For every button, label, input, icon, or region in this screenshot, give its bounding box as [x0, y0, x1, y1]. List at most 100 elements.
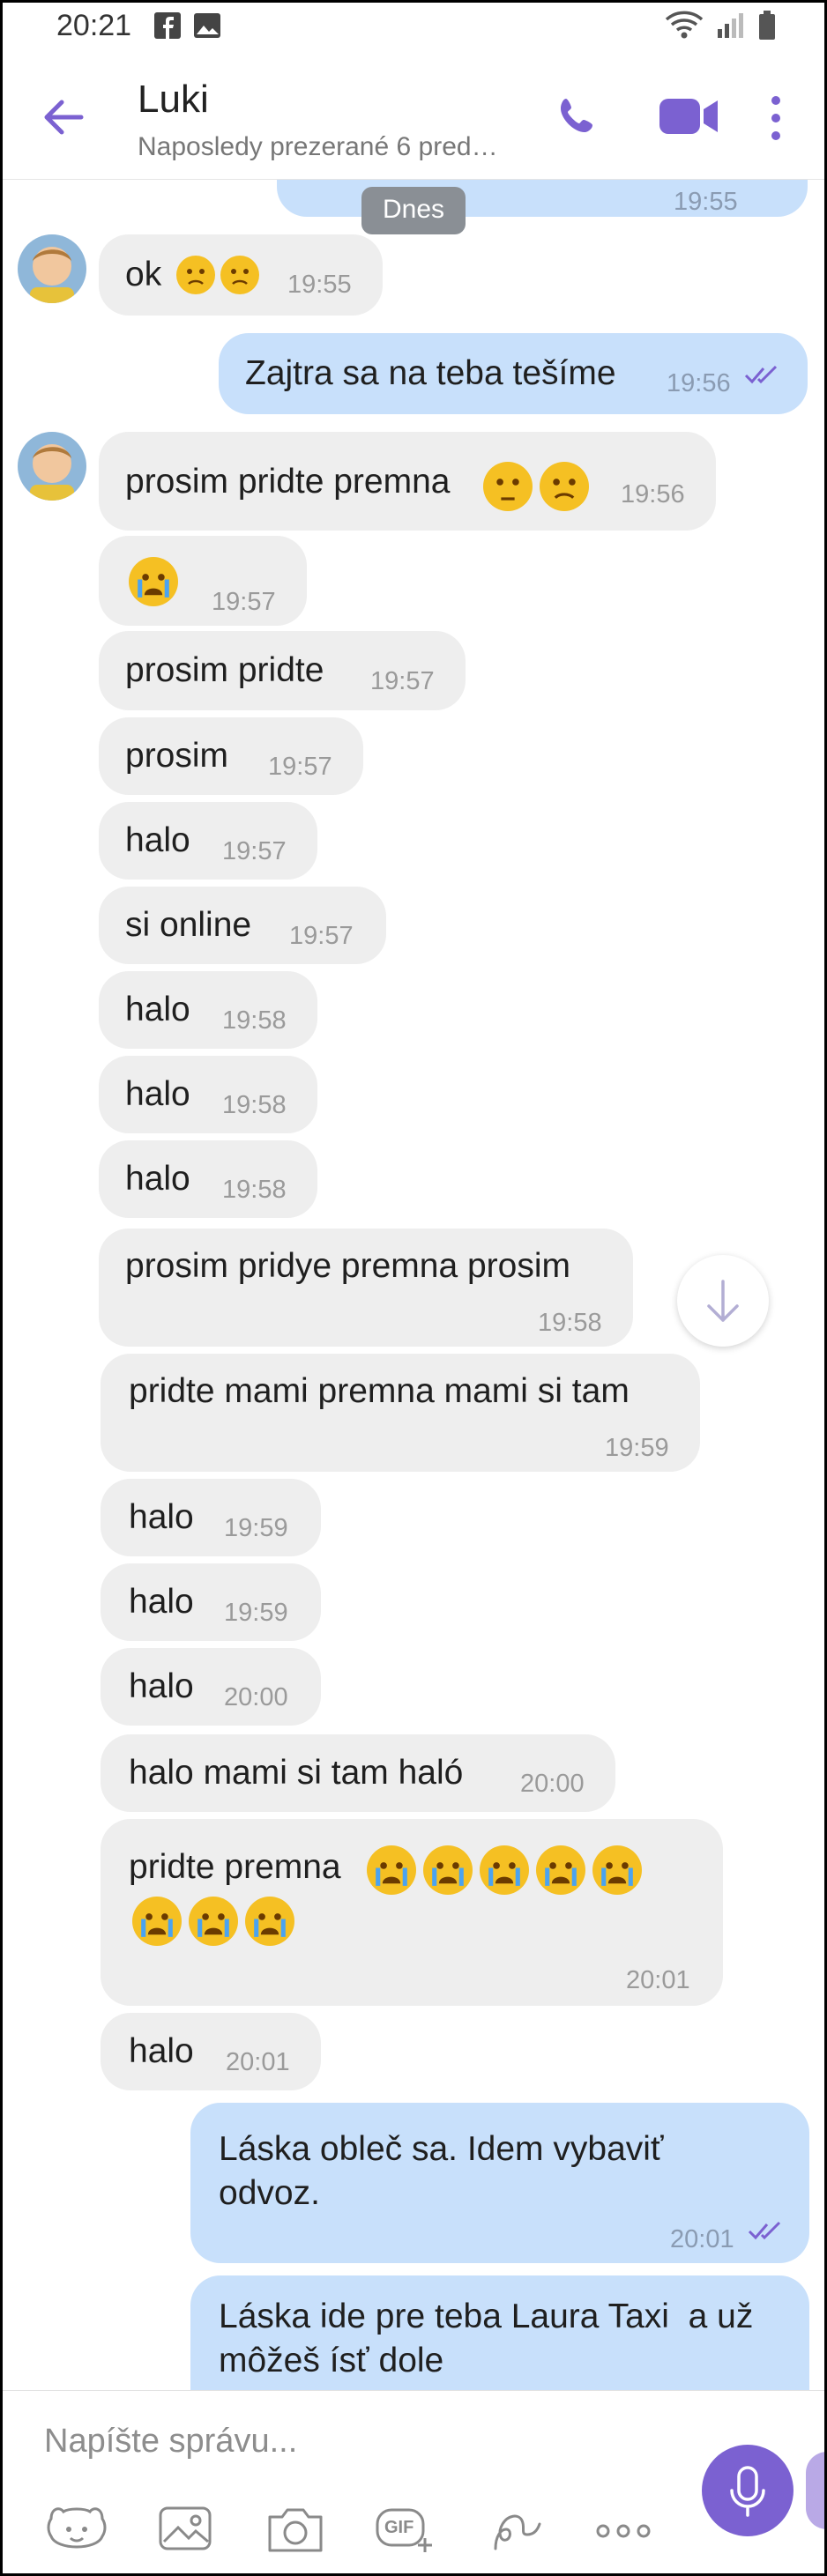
message-text: si online — [125, 906, 252, 944]
message-text: prosim — [125, 737, 229, 775]
more-icon[interactable] — [592, 2501, 654, 2556]
message-bubble-incoming[interactable]: prosim pridte premna 19:56 — [99, 432, 716, 531]
message-text: halo mami si tam haló — [129, 1754, 464, 1792]
message-bubble-incoming[interactable]: halo 19:58 — [99, 1056, 317, 1133]
crying-emoji-icon — [132, 1897, 182, 1946]
message-bubble-incoming[interactable]: halo 19:59 — [101, 1479, 321, 1556]
message-time: 19:57 — [222, 837, 287, 865]
message-time: 19:57 — [212, 588, 276, 616]
more-options-icon[interactable] — [769, 95, 783, 141]
arrow-down-icon — [707, 1280, 739, 1322]
message-text: halo — [129, 1667, 194, 1705]
sticker-icon[interactable] — [46, 2501, 108, 2556]
message-time: 19:57 — [370, 667, 435, 695]
message-bubble-incoming[interactable]: halo 19:57 — [99, 802, 317, 880]
gif-label: GIF — [384, 2518, 414, 2537]
wifi-icon — [665, 11, 704, 39]
message-bubble-incoming[interactable]: prosim pridye premna prosim 19:58 — [99, 1229, 633, 1347]
message-list[interactable]: 19:55 Dnes ok 19:55 Zajtra sa na teba te… — [0, 180, 827, 2390]
message-input[interactable]: Napíšte správu... — [44, 2423, 297, 2461]
camera-icon[interactable] — [264, 2501, 326, 2556]
message-bubble-incoming[interactable]: pridte premna 20:01 — [101, 1819, 723, 2006]
crying-emoji-icon — [536, 1845, 585, 1895]
worried-emoji-icon — [176, 256, 215, 294]
message-text: halo — [125, 991, 190, 1028]
crying-emoji-icon — [592, 1845, 642, 1895]
contact-name[interactable]: Luki — [138, 78, 209, 122]
message-text: Láska obleč sa. Idem vybaviť odvoz. — [219, 2130, 664, 2212]
voice-message-button[interactable] — [702, 2445, 793, 2536]
message-text: pridte premna — [129, 1848, 341, 1886]
doodle-icon[interactable] — [483, 2501, 545, 2556]
facebook-icon — [154, 12, 182, 39]
crying-emoji-icon — [245, 1897, 294, 1946]
message-time: 19:55 — [287, 271, 352, 299]
message-bubble-incoming[interactable]: ok 19:55 — [99, 234, 383, 316]
message-time: 19:56 — [667, 369, 731, 397]
message-text: prosim pridte — [125, 651, 324, 689]
message-bubble-incoming[interactable]: halo 20:01 — [101, 2013, 321, 2090]
call-icon[interactable] — [555, 95, 598, 137]
crying-emoji-icon — [367, 1845, 416, 1895]
message-bubble-outgoing[interactable]: Láska obleč sa. Idem vybaviť odvoz. 20:0… — [190, 2103, 809, 2263]
message-bubble-incoming[interactable]: halo 19:58 — [99, 971, 317, 1049]
message-time: 20:01 — [670, 2225, 734, 2253]
message-bubble-outgoing[interactable]: 19:55 — [277, 180, 808, 217]
message-time: 19:57 — [289, 922, 354, 950]
worried-emoji-icon — [220, 256, 259, 294]
message-time: 19:58 — [538, 1309, 602, 1337]
message-bubble-incoming[interactable]: halo 20:00 — [101, 1648, 321, 1726]
message-text: ok — [125, 256, 162, 293]
message-time: 19:55 — [674, 188, 738, 216]
message-text: Zajtra sa na teba tešíme — [245, 354, 616, 392]
message-bubble-outgoing[interactable]: Zajtra sa na teba tešíme 19:56 — [219, 333, 808, 414]
message-text: prosim pridte premna — [125, 463, 451, 501]
message-text: halo — [129, 1498, 194, 1536]
scroll-to-bottom-button[interactable] — [677, 1255, 769, 1347]
signal-icon — [718, 13, 743, 38]
message-bubble-incoming[interactable]: 19:57 — [99, 536, 307, 626]
message-time: 19:58 — [222, 1006, 287, 1035]
message-bubble-incoming[interactable]: prosim pridte 19:57 — [99, 631, 466, 710]
message-text: halo — [125, 1160, 190, 1198]
crying-emoji-icon — [189, 1897, 238, 1946]
message-bubble-incoming[interactable]: pridte mami premna mami si tam 19:59 — [101, 1354, 700, 1472]
gif-button[interactable]: GIF — [374, 2501, 436, 2556]
message-bubble-incoming[interactable]: halo mami si tam haló 20:00 — [101, 1734, 615, 1812]
crying-emoji-icon — [423, 1845, 473, 1895]
message-bubble-incoming[interactable]: si online 19:57 — [99, 887, 386, 964]
read-receipt-icon — [744, 365, 778, 384]
message-text: prosim pridye premna prosim — [125, 1247, 571, 1285]
last-seen-status: Naposledy prezerané 6 pred… — [138, 132, 498, 161]
message-bubble-incoming[interactable]: halo 19:58 — [99, 1140, 317, 1218]
message-bubble-outgoing[interactable]: Láska ide pre teba Laura Taxi a už môžeš… — [190, 2275, 809, 2390]
message-time: 20:01 — [626, 1966, 690, 1994]
message-time: 19:59 — [224, 1514, 288, 1542]
video-call-icon[interactable] — [658, 97, 719, 136]
message-text: halo — [129, 2032, 194, 2070]
avatar[interactable] — [18, 432, 86, 501]
message-time: 19:58 — [222, 1091, 287, 1119]
message-bubble-incoming[interactable]: prosim 19:57 — [99, 717, 363, 795]
message-time: 20:00 — [224, 1683, 288, 1711]
chat-header: Luki Naposledy prezerané 6 pred… — [0, 51, 827, 180]
avatar[interactable] — [18, 234, 86, 303]
side-button-partial — [806, 2452, 827, 2529]
message-text: halo — [125, 1075, 190, 1113]
frown-emoji-icon — [540, 462, 589, 511]
battery-icon — [759, 11, 775, 40]
message-text: pridte mami premna mami si tam — [129, 1372, 630, 1410]
microphone-icon — [730, 2466, 765, 2517]
back-arrow-icon[interactable] — [39, 93, 86, 141]
message-text: Láska ide pre teba Laura Taxi a už môžeš… — [219, 2298, 754, 2379]
message-bubble-incoming[interactable]: halo 19:59 — [101, 1563, 321, 1641]
message-time: 20:01 — [226, 2048, 290, 2076]
crying-emoji-icon — [480, 1845, 529, 1895]
message-time: 20:00 — [520, 1770, 585, 1798]
message-time: 19:57 — [268, 753, 332, 781]
gallery-icon — [194, 13, 221, 38]
message-time: 19:58 — [222, 1176, 287, 1204]
message-time: 19:56 — [621, 480, 685, 509]
gallery-icon[interactable] — [155, 2501, 217, 2556]
message-text: halo — [125, 821, 190, 859]
